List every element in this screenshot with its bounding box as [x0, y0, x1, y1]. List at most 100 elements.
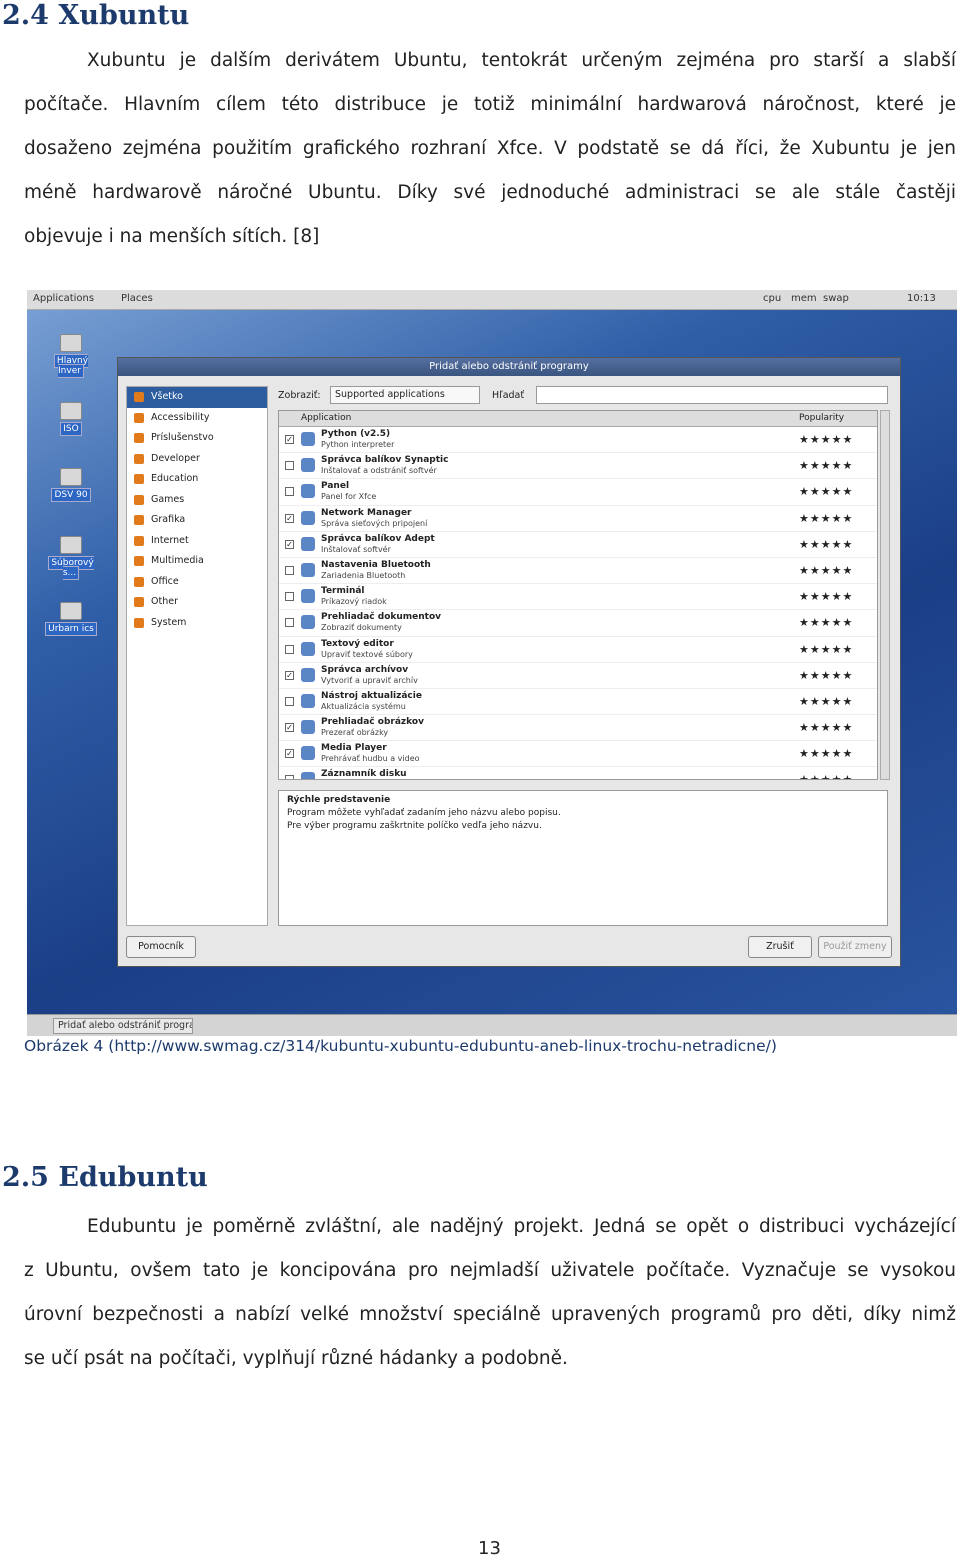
section-heading-edubuntu: 2.5 Edubuntu — [2, 1162, 208, 1193]
category-item: Internet — [127, 531, 267, 552]
app-icon — [301, 510, 315, 525]
category-item: Multimedia — [127, 551, 267, 572]
app-name: Nastavenia Bluetooth — [321, 559, 431, 570]
application-column: Application — [301, 413, 352, 423]
app-description: Upraviť textové súbory — [321, 649, 413, 659]
app-icon — [301, 667, 315, 682]
quick-intro-title: Rýchle predstavenie — [287, 795, 391, 805]
desktop-icon: Urbarn ics — [41, 602, 101, 636]
drive-icon — [60, 536, 82, 554]
paragraph-line: objevuje i na menších sítích. [8] — [24, 226, 320, 247]
search-label: Hľadať — [492, 390, 525, 401]
app-checkbox: ✓ — [285, 513, 294, 523]
app-rating: ★★★★★ — [799, 563, 854, 577]
category-item: System — [127, 613, 267, 634]
app-icon — [301, 746, 315, 761]
app-name: Prehliadač obrázkov — [321, 717, 424, 728]
category-item: Other — [127, 592, 267, 613]
app-row: Terminál Príkazový riadok ★★★★★ — [279, 584, 877, 611]
quick-intro-panel: Rýchle predstavenie Program môžete vyhľa… — [278, 790, 888, 926]
search-input — [536, 386, 888, 404]
app-row: Záznamník diskuZapísať CD a DVD★★★★★ — [279, 767, 877, 780]
list-header: Application Popularity — [279, 411, 877, 427]
app-name: Správca balíkov Synaptic — [321, 455, 449, 466]
application-list: Application Popularity ✓ Python (v2.5) Pyt… — [278, 410, 878, 780]
app-description: Inštalovať softvér — [321, 544, 391, 554]
app-description: Aktualizácia systému — [321, 701, 406, 711]
desktop-icon: Súborový s... — [41, 536, 101, 580]
app-description: Zobraziť dokumenty — [321, 623, 402, 633]
app-checkbox: ✓ — [285, 435, 294, 444]
app-rating: ★★★★★ — [799, 459, 854, 473]
paragraph-line: úrovní bezpečnosti a nabízí velké množst… — [24, 1304, 956, 1325]
app-checkbox — [285, 644, 294, 654]
app-checkbox: ✓ — [285, 539, 294, 549]
app-rating: ★★★★★ — [799, 694, 854, 708]
app-rating: ★★★★★ — [799, 537, 854, 551]
list-scrollbar — [880, 410, 890, 780]
app-name: Správca archívov — [321, 664, 409, 675]
places-menu: Places — [121, 293, 153, 304]
paragraph-line: Xubuntu je dalším derivátem Ubuntu, tent… — [87, 50, 956, 71]
app-rating: ★★★★★ — [799, 485, 854, 499]
app-description: Python interpreter — [321, 440, 395, 449]
folder-icon — [60, 468, 82, 486]
app-name: Python (v2.5) — [321, 429, 391, 439]
app-row: Prehliadač dokumentov Zobraziť dokumenty ★… — [279, 610, 877, 637]
app-description: Prezerať obrázky — [321, 728, 389, 738]
paragraph-line: dosaženo zejména použitím grafického roz… — [24, 138, 956, 159]
app-rating: ★★★★★ — [799, 773, 854, 780]
app-name: Správca balíkov Adept — [321, 533, 435, 544]
quick-intro-line: Program môžete vyhľadať zadaním jeho náz… — [287, 808, 561, 818]
paragraph-line: Edubuntu je poměrně zvláštní, ale nadějn… — [87, 1216, 956, 1237]
app-row: ✓ Media Player Prehrávať hudbu a video ★★★★… — [279, 741, 877, 768]
app-icon — [301, 562, 315, 577]
app-checkbox — [285, 696, 294, 706]
app-checkbox — [285, 618, 294, 628]
category-sidebar: Všetko Accessibility Príslušenstvo Devel… — [126, 386, 268, 926]
app-checkbox — [285, 592, 294, 602]
app-icon — [301, 772, 315, 779]
app-icon — [301, 458, 315, 473]
paragraph-line: počítače. Hlavním cílem této distribuce … — [24, 94, 956, 115]
section-heading-xubuntu: 2.4 Xubuntu — [2, 0, 190, 31]
app-checkbox — [285, 487, 294, 497]
app-rating: ★★★★★ — [799, 721, 854, 735]
app-description: Prehrávať hudbu a video — [321, 754, 420, 764]
category-item: Grafika — [127, 510, 267, 531]
app-checkbox — [285, 775, 294, 779]
show-select: Supported applications — [330, 386, 480, 404]
app-icon — [301, 536, 315, 551]
app-icon — [301, 432, 315, 446]
app-description: Inštalovať a odstrániť softvér — [321, 466, 437, 476]
window-title: Pridať alebo odstrániť programy — [118, 358, 900, 376]
app-icon — [301, 720, 315, 735]
app-description: Zariadenia Bluetooth — [321, 570, 406, 580]
app-checkbox: ✓ — [285, 723, 294, 733]
app-name: Záznamník disku — [321, 769, 407, 780]
disc-icon — [60, 402, 82, 420]
app-name: Network Manager — [321, 507, 412, 518]
add-remove-window: Pridať alebo odstrániť programy Všetko A… — [117, 357, 901, 967]
computer-icon — [60, 334, 82, 352]
app-row: Správca balíkov Synaptic Inštalovať a ods… — [279, 453, 877, 480]
app-icon — [301, 693, 315, 708]
desktop-icon: ISO — [41, 402, 101, 436]
app-rating: ★★★★★ — [799, 747, 854, 761]
applications-menu: Applications — [33, 293, 95, 304]
app-rating: ★★★★★ — [799, 433, 854, 446]
app-row: ✓ Správca archívov Vytvoriť a upraviť arch… — [279, 663, 877, 689]
desktop-top-panel: Applications Places cpu mem swap 10:13 — [27, 290, 957, 310]
app-row: Nastavenia Bluetooth Zariadenia Bluetooth… — [279, 558, 877, 585]
xubuntu-screenshot: Applications Places cpu mem swap 10:13 H… — [27, 290, 957, 1036]
app-name: Nástroj aktualizácie — [321, 690, 422, 701]
quick-intro-line: Pre výber programu zaškrtnite políčko ve… — [287, 821, 542, 831]
help-button: Pomocník — [126, 936, 196, 958]
desktop-icon: DSV 90 — [41, 468, 101, 502]
app-description: Vytvoriť a upraviť archív — [321, 675, 418, 685]
app-icon — [301, 615, 315, 630]
app-rating: ★★★★★ — [799, 616, 854, 630]
app-icon — [301, 641, 315, 656]
app-rating: ★★★★★ — [799, 668, 854, 682]
app-row: Panel Panel for Xfce ★★★★★ — [279, 479, 877, 506]
